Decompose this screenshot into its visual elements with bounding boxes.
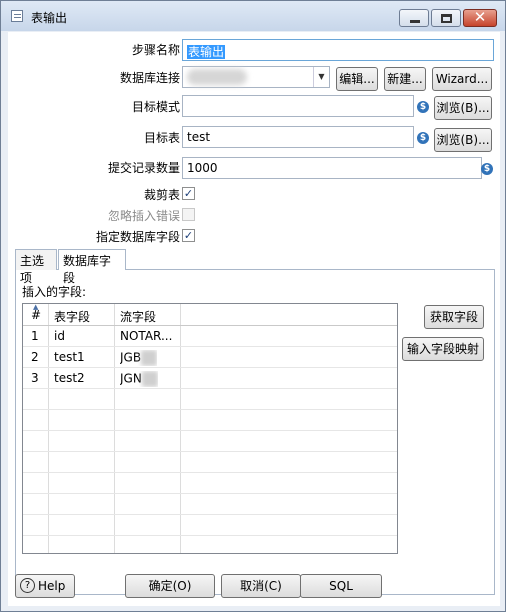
target-schema-label: 目标模式 [131,100,180,114]
fields-table[interactable]: ▲ # 表字段 流字段 1 id NOTAR... 2 test1 JGB 3 … [22,303,398,554]
table-output-icon [11,10,23,22]
ok-button[interactable]: 确定(O) [125,574,215,598]
chevron-down-icon[interactable]: ▼ [313,67,329,87]
table-row[interactable]: 3 test2 JGN [23,368,397,389]
variable-icon: $ [481,163,493,175]
sql-button[interactable]: SQL [300,574,382,598]
step-name-value: 表输出 [187,45,226,59]
specify-fields-checkbox[interactable]: ✓ [182,229,195,242]
specify-fields-label: 指定数据库字段 [95,230,180,244]
connection-label: 数据库连接 [119,71,180,85]
ignore-errors-checkbox[interactable] [182,208,195,221]
enter-field-mapping-button[interactable]: 输入字段映射 [402,337,484,361]
browse-schema-button[interactable]: 浏览(B)... [434,96,492,120]
connection-value [187,69,247,85]
wizard-button[interactable]: Wizard... [432,67,492,91]
connection-combo[interactable]: ▼ [182,66,330,88]
close-icon: ✕ [473,8,487,26]
commit-size-input[interactable]: 1000 [182,157,482,179]
dialog-window: 表输出 ✕ 步骤名称 表输出 数据库连接 ▼ 编辑... 新建... Wizar… [0,0,506,612]
dialog-body: 步骤名称 表输出 数据库连接 ▼ 编辑... 新建... Wizard... 目… [8,32,500,606]
title-bar: 表输出 ✕ [1,1,505,31]
column-header-stream-field[interactable]: 流字段 [120,308,156,325]
maximize-button[interactable] [431,9,461,27]
minimize-icon [410,20,420,23]
commit-size-label: 提交记录数量 [107,161,180,175]
table-row[interactable]: 2 test1 JGB [23,347,397,368]
get-fields-button[interactable]: 获取字段 [424,305,484,329]
step-name-label: 步骤名称 [131,43,180,57]
close-button[interactable]: ✕ [463,8,497,27]
help-label: Help [38,579,66,593]
target-schema-input[interactable] [182,95,414,117]
maximize-icon [441,14,452,23]
variable-icon: $ [417,132,429,144]
table-header: ▲ # 表字段 流字段 [23,304,397,326]
column-header-table-field[interactable]: 表字段 [54,308,90,325]
target-table-label: 目标表 [143,131,180,145]
target-table-input[interactable]: test [182,126,414,148]
table-row[interactable]: 1 id NOTAR... [23,326,397,347]
ignore-errors-label: 忽略插入错误 [107,209,180,223]
edit-connection-button[interactable]: 编辑... [336,67,378,91]
cancel-button[interactable]: 取消(C) [221,574,301,598]
truncate-label: 裁剪表 [143,188,180,202]
help-button[interactable]: ? Help [15,574,75,598]
tab-database-fields[interactable]: 数据库字段 [58,249,126,285]
fields-panel-title: 插入的字段: [22,285,87,299]
help-icon: ? [20,578,35,593]
column-header-number[interactable]: # [31,308,41,322]
window-title: 表输出 [31,11,68,25]
tab-main-options[interactable]: 主选项 [15,249,57,285]
minimize-button[interactable] [399,9,429,27]
variable-icon: $ [417,101,429,113]
new-connection-button[interactable]: 新建... [384,67,426,91]
browse-table-button[interactable]: 浏览(B)... [434,128,492,152]
truncate-checkbox[interactable]: ✓ [182,187,195,200]
step-name-input[interactable]: 表输出 [182,39,494,61]
